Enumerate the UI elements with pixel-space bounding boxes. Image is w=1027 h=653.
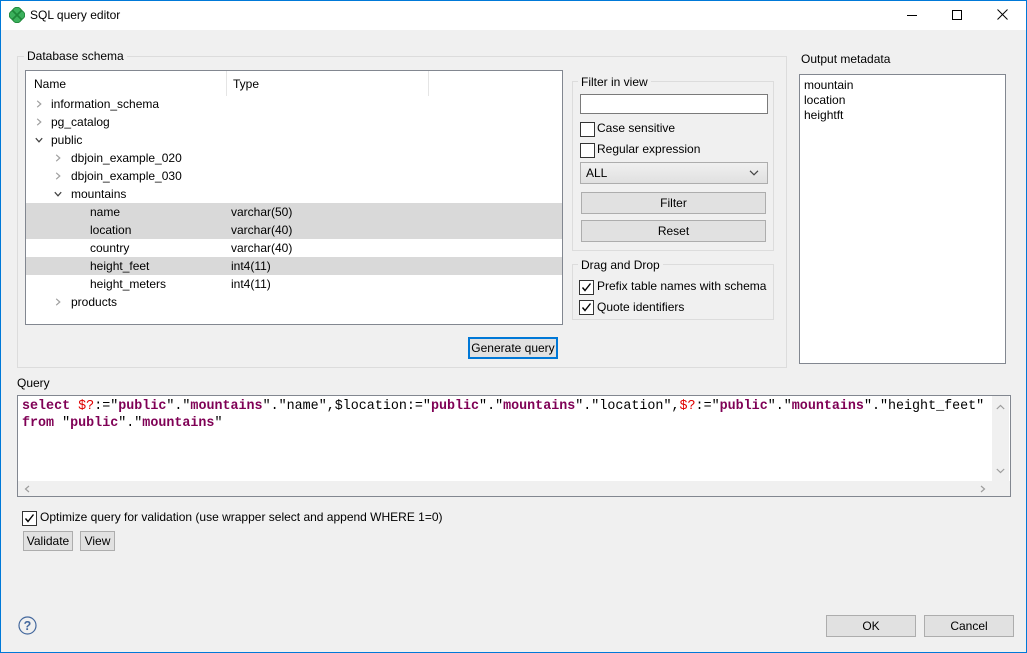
svg-text:?: ? xyxy=(24,619,32,633)
